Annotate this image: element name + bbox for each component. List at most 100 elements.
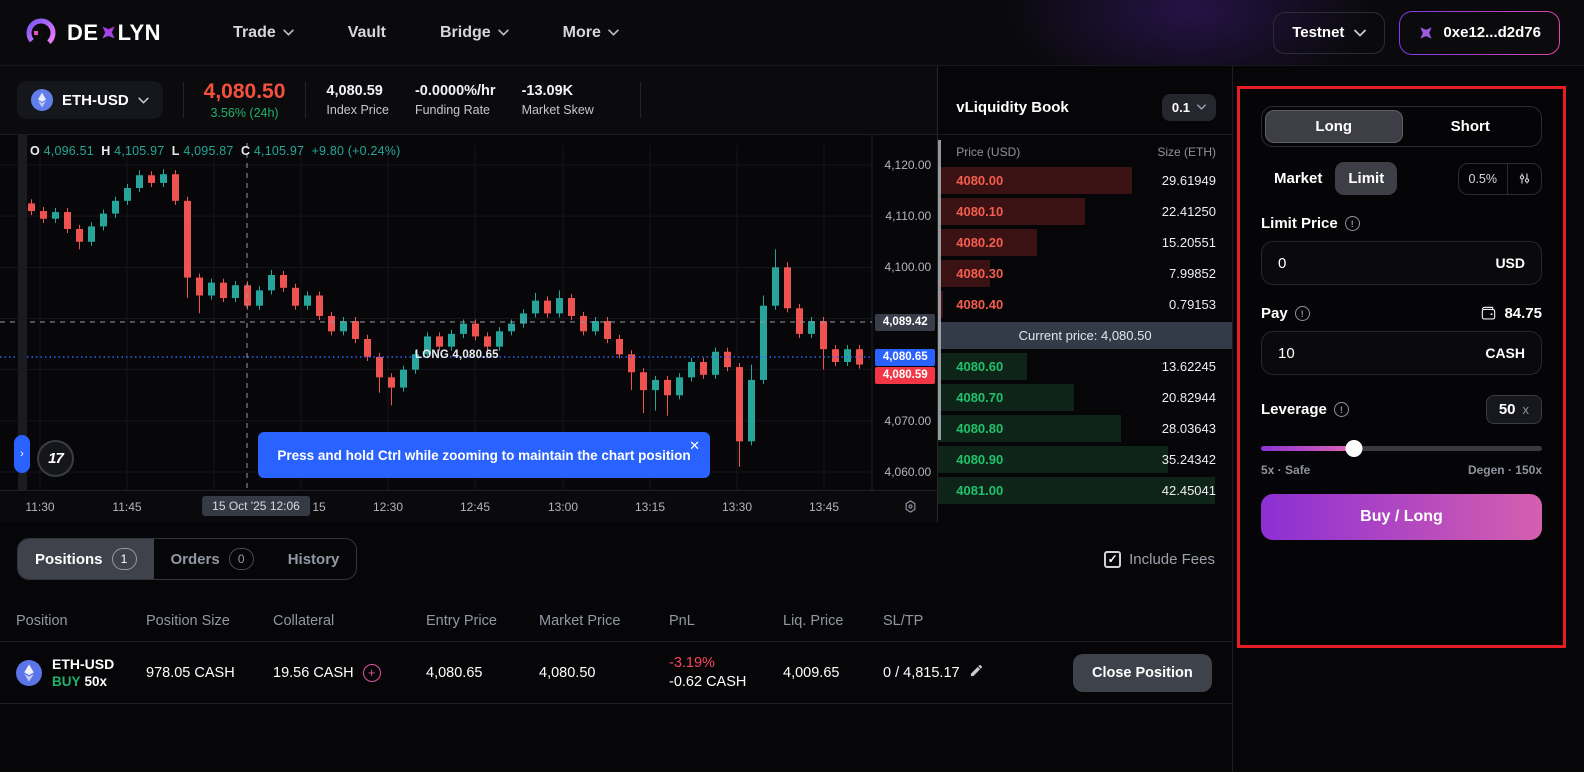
crosshair-time-badge: 15 Oct '25 12:06	[202, 496, 310, 516]
time-tick-label: 13:15	[635, 500, 665, 514]
chevron-down-icon	[1197, 104, 1206, 110]
time-axis[interactable]: 11:3011:4512:3012:4513:0013:1513:3013:45…	[0, 490, 937, 522]
limit-order-tab[interactable]: Limit	[1335, 162, 1397, 195]
edit-sltp-icon[interactable]	[969, 663, 984, 682]
slippage-value[interactable]: 0.5%	[1459, 164, 1508, 194]
include-fees-checkbox[interactable]: ✓	[1104, 551, 1121, 568]
position-leverage: 50x	[85, 674, 108, 689]
orderbook-size: 29.61949	[1162, 173, 1216, 188]
orderbook-size: 13.62245	[1162, 359, 1216, 374]
time-tick-label: 11:45	[112, 500, 141, 514]
tab-positions[interactable]: Positions 1	[18, 539, 154, 579]
column-header-pnl: PnL	[669, 613, 783, 629]
chart-hint-tooltip: Press and hold Ctrl while zooming to mai…	[258, 432, 710, 478]
position-collateral: 19.56 CASH	[273, 665, 354, 681]
axis-settings-icon[interactable]	[903, 499, 918, 522]
orderbook-bid-row[interactable]: 4080.9035.24342	[938, 444, 1232, 475]
time-tick-label: 13:00	[548, 500, 578, 514]
limit-price-label: Limit Price	[1261, 215, 1338, 232]
orderbook-price: 4081.00	[956, 483, 1003, 498]
orderbook-price: 4080.60	[956, 359, 1003, 374]
positions-table: PositionPosition SizeCollateralEntry Pri…	[0, 600, 1232, 704]
orderbook-panel: vLiquidity Book 0.1 Price (USD) Size (ET…	[937, 66, 1232, 522]
leverage-min-label: 5x · Safe	[1261, 463, 1310, 477]
orderbook-price: 4080.10	[956, 204, 1003, 219]
pay-amount-input[interactable]: 10 CASH	[1261, 331, 1542, 375]
orderbook-size: 35.24342	[1162, 452, 1216, 467]
precision-selector[interactable]: 0.1	[1162, 94, 1216, 121]
positions-table-header: PositionPosition SizeCollateralEntry Pri…	[0, 600, 1232, 642]
orderbook-ask-row[interactable]: 4080.20 15.20551	[938, 227, 1232, 258]
market-order-tab[interactable]: Market	[1261, 162, 1335, 195]
pair-selector[interactable]: ETH-USD	[17, 81, 163, 119]
orderbook-size: 0.79153	[1169, 297, 1216, 312]
nav-item-bridge[interactable]: Bridge	[440, 24, 509, 42]
orderbook-ask-row[interactable]: 4080.1022.41250	[938, 196, 1232, 227]
price-axis[interactable]: 4,120.004,110.004,100.004,070.004,060.00…	[871, 135, 937, 490]
price-chart[interactable]: O 4,096.51 H 4,105.97 L 4,095.87 C 4,105…	[0, 135, 937, 522]
toolbar-expand-handle[interactable]: ›	[14, 435, 30, 473]
wallet-address-button[interactable]: 0xe12...d2d76	[1399, 11, 1560, 55]
orderbook-bid-row[interactable]: 4080.7020.82944	[938, 382, 1232, 413]
slippage-settings-icon[interactable]	[1507, 164, 1541, 194]
add-collateral-icon[interactable]: +	[363, 664, 381, 682]
top-navbar: DELYN Trade Vault Bridge More Testnet 0xe12…	[0, 0, 1584, 66]
orderbook-ask-row[interactable]: 4080.400.79153	[938, 289, 1232, 320]
nav-item-more[interactable]: More	[563, 24, 619, 42]
tab-orders[interactable]: Orders 0	[154, 539, 271, 579]
orderbook-bid-row[interactable]: 4081.0042.45041	[938, 475, 1232, 506]
nav-item-vault[interactable]: Vault	[348, 24, 386, 42]
limit-price-input[interactable]: 0 USD	[1261, 241, 1542, 285]
chevron-down-icon	[283, 29, 294, 36]
orderbook-bid-row[interactable]: 4080.60 13.62245	[938, 351, 1232, 382]
leverage-max-label: Degen · 150x	[1468, 463, 1542, 477]
crosshair-price-badge: 4,089.42	[875, 314, 935, 331]
leverage-value-input[interactable]: 50 x	[1486, 395, 1542, 424]
mark-price-badge: 4,080.59	[875, 367, 935, 384]
positions-count-badge: 1	[112, 548, 137, 570]
orderbook-ask-row[interactable]: 4080.0029.61949	[938, 165, 1232, 196]
orderbook-scrollbar[interactable]	[938, 140, 941, 440]
leverage-slider-thumb[interactable]	[1345, 440, 1362, 457]
orderbook-title: vLiquidity Book	[956, 99, 1069, 116]
orderbook-size-col-header: Size (ETH)	[1157, 145, 1216, 159]
price-tick-label: 4,120.00	[885, 158, 932, 172]
position-row: ETH-USD BUY50x 978.05 CASH 19.56 CASH + …	[0, 642, 1232, 704]
market-stats-bar: ETH-USD 4,080.50 3.56% (24h) 4,080.59 In…	[0, 66, 937, 135]
price-tick-label: 4,110.00	[885, 209, 931, 223]
orderbook-size: 28.03643	[1162, 421, 1216, 436]
dexlyn-logo-icon	[24, 16, 58, 50]
time-tick-label: 11:30	[25, 500, 54, 514]
buy-long-button[interactable]: Buy / Long	[1261, 494, 1542, 540]
stat-market-skew: -13.09K Market Skew	[522, 83, 594, 117]
eth-icon	[16, 660, 42, 686]
long-position-line-label: LONG 4,080.65	[415, 349, 499, 361]
position-pair: ETH-USD	[52, 656, 114, 672]
market-price-block: 4,080.50 3.56% (24h)	[204, 80, 286, 119]
brand-logo[interactable]: DELYN	[24, 16, 161, 50]
tradingview-logo[interactable]: 17	[37, 440, 74, 477]
position-side: BUY	[52, 674, 81, 689]
orderbook-price: 4080.20	[956, 235, 1003, 250]
include-fees-toggle[interactable]: ✓ Include Fees	[1104, 551, 1215, 568]
column-header-liq-price: Liq. Price	[783, 613, 883, 629]
orderbook-bid-row[interactable]: 4080.8028.03643	[938, 413, 1232, 444]
close-position-button[interactable]: Close Position	[1073, 654, 1212, 692]
nav-item-trade[interactable]: Trade	[233, 24, 294, 42]
time-tick-label: 12:30	[373, 500, 403, 514]
short-tab[interactable]: Short	[1403, 110, 1539, 143]
info-icon: !	[1295, 306, 1310, 321]
tab-history[interactable]: History	[271, 539, 357, 579]
column-header-entry-price: Entry Price	[426, 613, 539, 629]
tooltip-close-icon[interactable]: ✕	[689, 438, 700, 454]
leverage-slider[interactable]	[1261, 440, 1542, 456]
positions-panel: Positions 1 Orders 0 History ✓ Include F…	[0, 522, 1232, 772]
orderbook-price-col-header: Price (USD)	[956, 145, 1020, 159]
column-header-sl-tp: SL/TP	[883, 613, 1055, 629]
network-selector-button[interactable]: Testnet	[1273, 12, 1385, 54]
orderbook-ask-row[interactable]: 4080.307.99852	[938, 258, 1232, 289]
orderbook-size: 15.20551	[1162, 235, 1216, 250]
long-tab[interactable]: Long	[1265, 110, 1403, 143]
wallet-balance: 84.75	[1480, 305, 1542, 322]
wallet-icon	[1480, 306, 1497, 321]
